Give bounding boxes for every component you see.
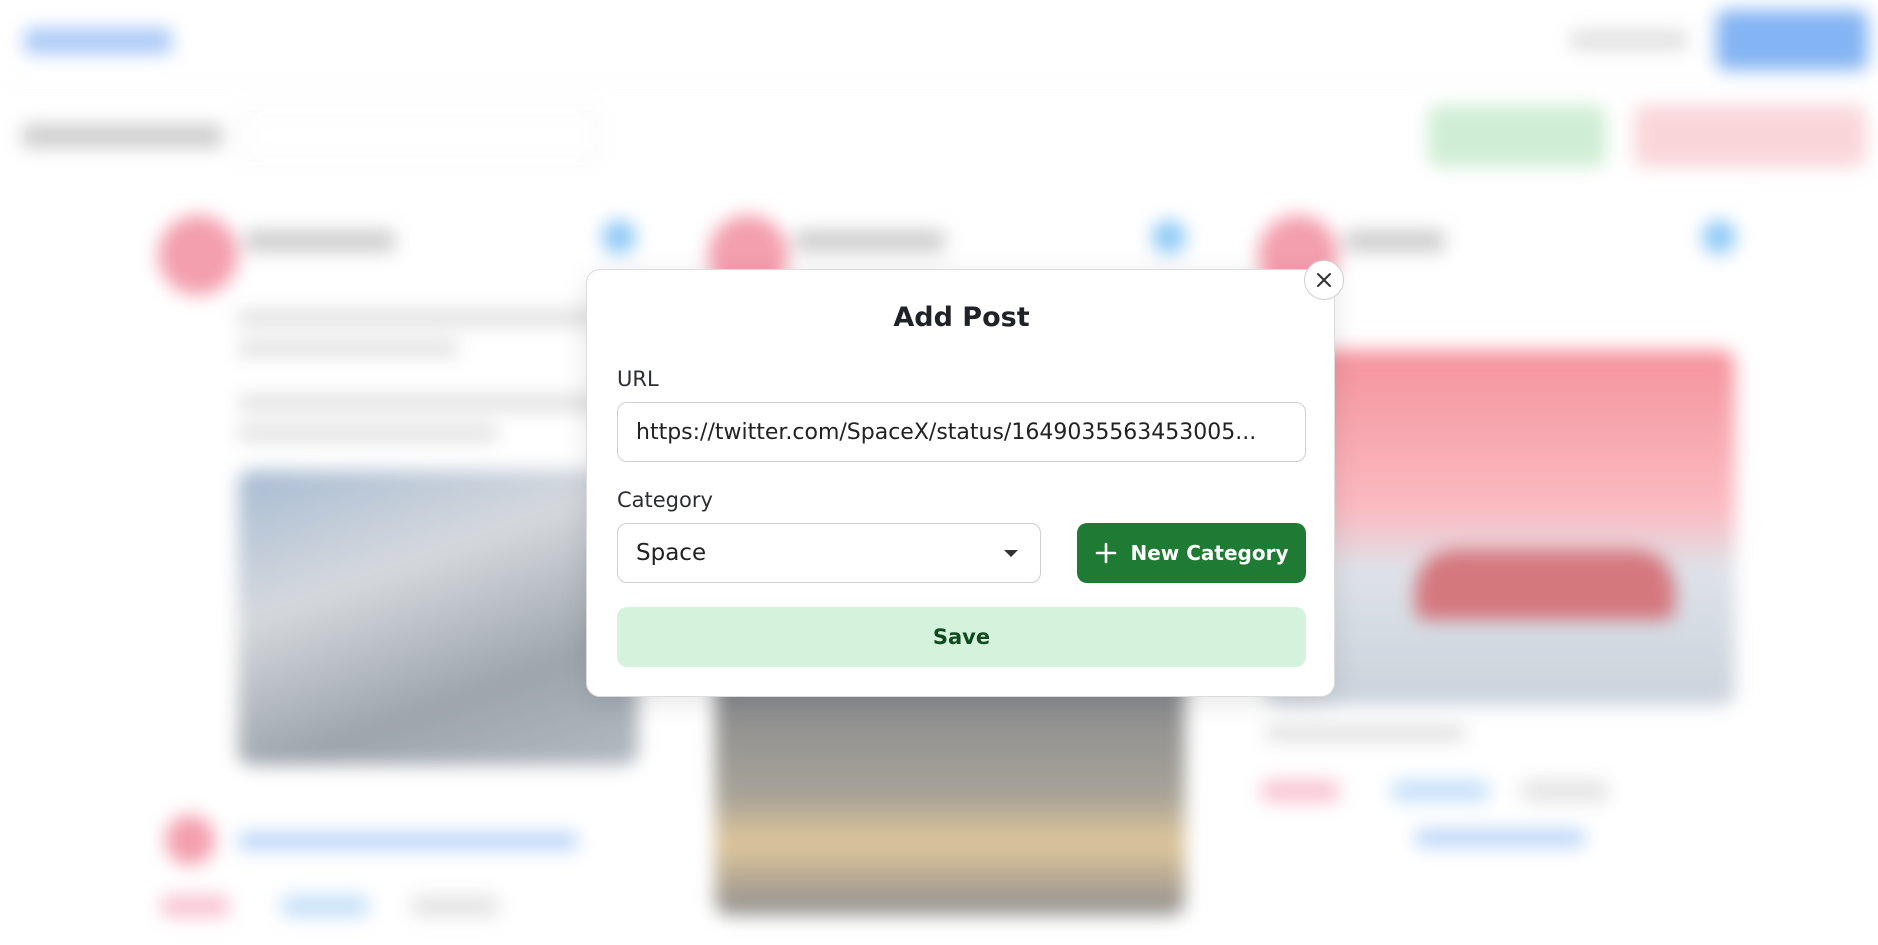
post-text	[238, 310, 608, 326]
new-category-label: New Category	[1130, 541, 1289, 565]
read-more-link	[1415, 830, 1585, 846]
delete-category-button	[1634, 105, 1866, 167]
author-name	[1345, 230, 1445, 252]
close-icon	[1315, 271, 1333, 289]
header-action-button	[1716, 10, 1868, 70]
reply-count	[280, 895, 370, 917]
category-label: Category	[617, 488, 713, 512]
post-image	[238, 470, 638, 765]
plus-icon	[1095, 542, 1117, 564]
url-label: URL	[617, 367, 659, 391]
post-text	[238, 425, 498, 441]
close-button[interactable]	[1304, 260, 1344, 300]
post-date	[1265, 725, 1465, 741]
like-count	[160, 895, 230, 917]
save-label: Save	[932, 625, 991, 649]
modal-title: Add Post	[893, 302, 1030, 333]
filter-select	[240, 110, 598, 162]
add-post-button	[1428, 105, 1606, 167]
twitter-icon	[1702, 220, 1736, 254]
author-name	[795, 230, 945, 252]
twitter-icon	[602, 220, 636, 254]
save-button[interactable]: Save	[617, 607, 1306, 667]
chevron-down-icon	[1004, 549, 1018, 557]
app-logo	[24, 28, 172, 54]
filter-label	[22, 124, 222, 148]
url-input[interactable]	[617, 402, 1306, 462]
share-count	[1520, 780, 1610, 802]
category-select[interactable]: Space	[617, 523, 1041, 583]
user-name	[1570, 30, 1688, 50]
post-text	[238, 395, 608, 411]
add-post-modal: Add Post URL Category Space New Category…	[586, 269, 1335, 697]
author-name	[245, 230, 395, 252]
post-image	[715, 675, 1185, 915]
post-image	[1265, 350, 1735, 705]
new-category-button[interactable]: New Category	[1077, 523, 1306, 583]
avatar	[158, 215, 238, 295]
car-shape	[1415, 550, 1675, 620]
category-selected-value: Space	[636, 540, 707, 566]
share-count	[410, 895, 500, 917]
twitter-icon	[1152, 220, 1186, 254]
post-text	[238, 340, 458, 356]
reply-count	[1390, 780, 1490, 802]
like-count	[1260, 780, 1340, 802]
header-bar	[0, 0, 1878, 85]
post-link	[238, 833, 578, 849]
avatar	[165, 815, 215, 865]
